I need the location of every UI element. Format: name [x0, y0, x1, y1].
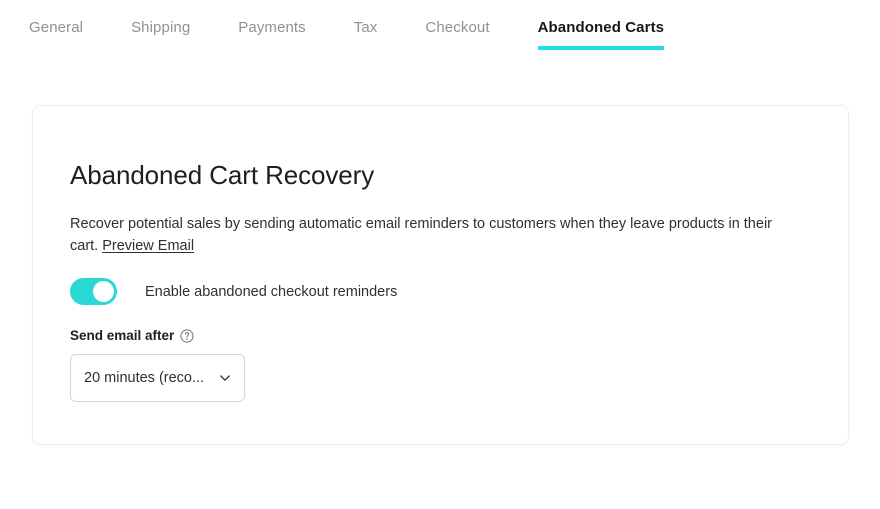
tab-shipping[interactable]: Shipping — [131, 17, 190, 50]
tab-label: Payments — [238, 19, 306, 36]
tab-checkout[interactable]: Checkout — [425, 17, 489, 50]
card-description: Recover potential sales by sending autom… — [70, 213, 795, 257]
tab-label: Shipping — [131, 19, 191, 36]
select-selected-value: 20 minutes (reco... — [84, 370, 205, 386]
enable-reminders-label: Enable abandoned checkout reminders — [145, 283, 398, 300]
tab-active-underline — [537, 46, 665, 50]
send-email-after-label: Send email after — [70, 328, 175, 343]
tab-tax[interactable]: Tax — [354, 17, 378, 50]
send-email-after-select[interactable]: 20 minutes (reco... — [70, 354, 245, 402]
card-content: Abandoned Cart Recovery Recover potentia… — [33, 106, 848, 402]
settings-tab-bar: General Shipping Payments Tax Checkout A… — [0, 0, 880, 52]
enable-reminders-row: Enable abandoned checkout reminders — [70, 278, 810, 305]
preview-email-link[interactable]: Preview Email — [98, 238, 194, 254]
tab-general[interactable]: General — [29, 17, 83, 50]
tab-label: Abandoned Carts — [537, 19, 665, 36]
page-title: Abandoned Cart Recovery — [70, 160, 375, 190]
chevron-down-icon — [218, 371, 232, 385]
tab-label: Tax — [353, 19, 378, 36]
tab-payments[interactable]: Payments — [238, 17, 306, 50]
tab-label: General — [29, 19, 84, 36]
question-circle-icon[interactable] — [180, 329, 194, 343]
tab-abandoned-carts[interactable]: Abandoned Carts — [537, 17, 665, 50]
enable-reminders-toggle[interactable] — [70, 278, 117, 305]
abandoned-cart-recovery-card: Abandoned Cart Recovery Recover potentia… — [32, 105, 849, 445]
settings-page: General Shipping Payments Tax Checkout A… — [0, 0, 880, 509]
send-email-after-label-row: Send email after — [70, 327, 810, 345]
tab-label: Checkout — [425, 19, 490, 36]
toggle-knob — [93, 281, 114, 302]
